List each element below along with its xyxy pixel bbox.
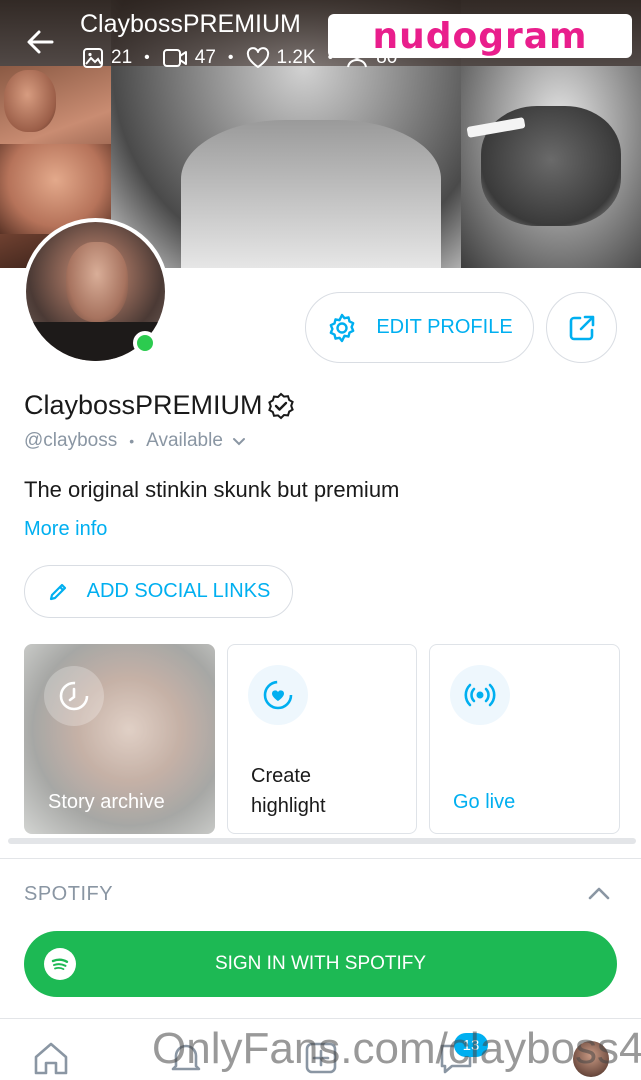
stat-separator: • [227, 49, 234, 66]
nav-home[interactable] [29, 1036, 73, 1080]
image-icon [83, 48, 103, 68]
story-archive-label: Story archive [48, 791, 165, 813]
cover-photo-3 [461, 66, 641, 268]
video-icon [162, 49, 187, 67]
watermark-url: OnlyFans.com/clayboss4 [152, 1024, 641, 1073]
story-archive-card[interactable]: Story archive [24, 644, 215, 834]
verified-icon [267, 392, 294, 419]
share-icon [569, 315, 594, 340]
highlights-scrollbar[interactable] [8, 838, 636, 844]
broadcast-icon [450, 665, 510, 725]
watermark-logo: nudogram [328, 14, 632, 58]
pencil-icon [49, 583, 66, 600]
stat-likes: 1.2K [246, 47, 316, 69]
heart-icon [246, 47, 269, 68]
profile-name-row: ClaybossPREMIUM [24, 390, 295, 421]
stat-likes-count: 1.2K [276, 47, 316, 68]
stat-photos[interactable]: 21 [82, 47, 132, 69]
profile-handle: @clayboss [24, 430, 118, 451]
header-bar: ClaybossPREMIUM 21 • 47 • 1.2K • 80 nudo… [0, 0, 641, 80]
back-arrow-icon [27, 30, 54, 54]
stat-separator: • [144, 49, 150, 66]
handle-row: @clayboss • Available [24, 430, 247, 452]
stat-videos-count: 47 [194, 47, 216, 68]
watermark-logo-text: nudogram [372, 15, 588, 57]
clock-icon [44, 666, 104, 726]
stat-videos[interactable]: 47 [162, 47, 216, 69]
gear-icon [329, 313, 355, 342]
highlight-heart-icon [248, 665, 308, 725]
back-button[interactable] [24, 26, 56, 58]
chevron-up-icon[interactable] [585, 880, 613, 908]
handle-separator: • [129, 433, 135, 449]
share-profile-button[interactable] [546, 292, 617, 363]
stat-photos-count: 21 [111, 47, 133, 68]
header-title: ClaybossPREMIUM [80, 10, 301, 38]
availability-status[interactable]: Available [146, 430, 223, 452]
online-status-indicator [133, 331, 157, 355]
add-social-links-label: ADD SOCIAL LINKS [86, 580, 271, 602]
more-info-link[interactable]: More info [24, 518, 107, 541]
add-social-links-button[interactable]: ADD SOCIAL LINKS [24, 565, 293, 618]
home-icon [34, 1042, 68, 1075]
go-live-label: Go live [453, 791, 516, 813]
sign-in-spotify-button[interactable]: SIGN IN WITH SPOTIFY [24, 931, 617, 997]
create-highlight-label: Create highlight [251, 765, 326, 817]
go-live-card[interactable]: Go live [429, 644, 620, 834]
profile-bio: The original stinkin skunk but premium [24, 477, 400, 502]
spotify-icon [44, 948, 76, 980]
sign-in-spotify-label: SIGN IN WITH SPOTIFY [214, 953, 427, 974]
section-divider [0, 858, 641, 859]
spotify-section-title: SPOTIFY [24, 883, 114, 905]
create-highlight-card[interactable]: Create highlight [227, 644, 417, 834]
chevron-down-icon[interactable] [231, 433, 247, 449]
edit-profile-button[interactable]: EDIT PROFILE [305, 292, 534, 363]
edit-profile-label: EDIT PROFILE [376, 316, 513, 338]
profile-name: ClaybossPREMIUM [24, 390, 263, 420]
